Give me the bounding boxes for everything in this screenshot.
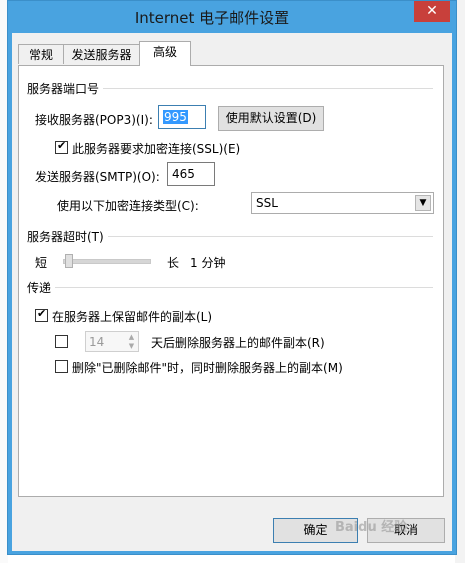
leave-copy-checkbox[interactable] [35, 307, 48, 322]
remove-after-days-value: 14 [89, 335, 105, 349]
server-ports-group: 服务器端口号 [27, 80, 433, 97]
incoming-port-input[interactable]: 995 [158, 105, 206, 129]
use-defaults-button[interactable]: 使用默认设置(D) [218, 106, 324, 131]
delivery-group: 传递 [27, 279, 433, 296]
remove-after-label: 天后删除服务器上的邮件副本(R) [151, 336, 325, 350]
ssl-checkbox[interactable] [55, 139, 68, 154]
encryption-type-value: SSL [256, 196, 278, 210]
timeout-short-label: 短 [35, 256, 48, 270]
outgoing-server-label: 发送服务器(SMTP)(O): [35, 170, 160, 184]
chevron-down-icon[interactable]: ▼ [415, 195, 431, 211]
spin-down-icon[interactable]: ▼ [126, 342, 137, 351]
incoming-port-value: 995 [163, 110, 188, 124]
ssl-checkbox-label: 此服务器要求加密连接(SSL)(E) [72, 142, 241, 156]
outgoing-port-input[interactable]: 465 [167, 162, 215, 186]
timeout-long-label: 长 [167, 256, 180, 270]
group-divider [27, 287, 433, 288]
advanced-panel: 服务器端口号 接收服务器(POP3)(I): 995 使用默认设置(D) 此服务… [18, 65, 444, 497]
tab-general[interactable]: 常规 [18, 44, 64, 64]
incoming-server-label: 接收服务器(POP3)(I): [35, 113, 153, 127]
server-timeout-group-label: 服务器超时(T) [27, 228, 108, 245]
remove-after-checkbox[interactable] [55, 335, 68, 348]
timeout-value: 1 分钟 [190, 256, 226, 270]
watermark-logo: Baidu 经验 [335, 520, 408, 535]
remove-deleted-label: 删除"已删除邮件"时，同时删除服务器上的副本(M) [72, 361, 343, 375]
leave-copy-label: 在服务器上保留邮件的副本(L) [52, 310, 213, 324]
remove-deleted-checkbox[interactable] [55, 360, 68, 373]
close-button[interactable]: ✕ [414, 1, 450, 22]
title-bar[interactable]: Internet 电子邮件设置 ✕ [8, 1, 456, 32]
delivery-group-label: 传递 [27, 279, 56, 296]
server-ports-group-label: 服务器端口号 [27, 80, 104, 97]
spin-up-icon[interactable]: ▲ [126, 333, 137, 342]
dialog-title: Internet 电子邮件设置 [134, 9, 290, 27]
server-timeout-group: 服务器超时(T) [27, 228, 433, 245]
tab-advanced[interactable]: 高级 [139, 41, 191, 66]
encryption-type-select[interactable]: SSL ▼ [251, 192, 434, 214]
timeout-slider-track[interactable] [63, 259, 151, 264]
tab-outgoing-server[interactable]: 发送服务器 [63, 44, 140, 64]
remove-after-days-stepper[interactable]: 14 ▲ ▼ [85, 331, 139, 352]
timeout-slider-thumb[interactable] [65, 254, 73, 268]
encryption-type-label: 使用以下加密连接类型(C): [57, 199, 199, 213]
dialog-client-area: 常规 发送服务器 高级 服务器端口号 接收服务器(POP3)(I): 995 使… [12, 33, 452, 551]
email-settings-dialog: Internet 电子邮件设置 ✕ 常规 发送服务器 高级 服务器端口号 接收服… [7, 0, 457, 555]
